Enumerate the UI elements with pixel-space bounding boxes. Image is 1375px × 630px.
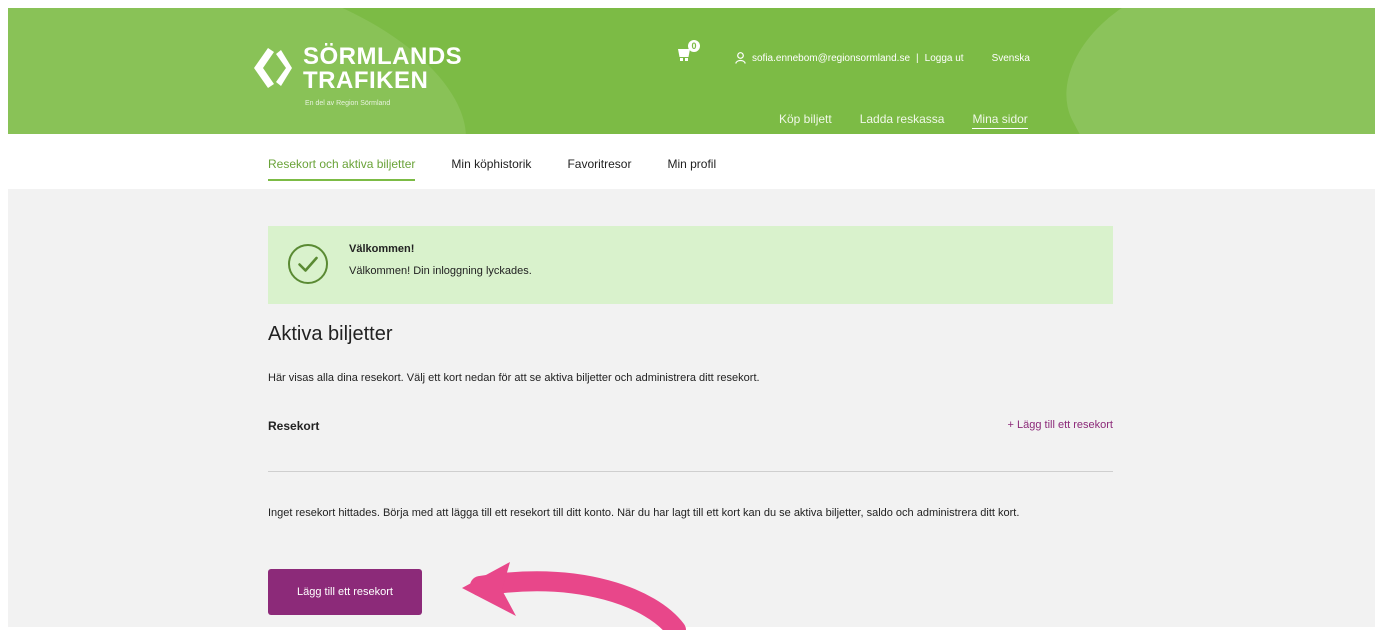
nav-kop-biljett[interactable]: Köp biljett bbox=[779, 112, 832, 129]
account-subnav: Resekort och aktiva biljetter Min köphis… bbox=[0, 134, 1375, 189]
user-icon bbox=[735, 52, 746, 64]
user-email: sofia.ennebom@regionsormland.se bbox=[752, 52, 911, 64]
alert-title: Välkommen! bbox=[349, 243, 415, 255]
curved-arrow-icon bbox=[462, 562, 686, 630]
account-separator: | bbox=[916, 52, 919, 64]
add-resekort-button[interactable]: Lägg till ett resekort bbox=[268, 569, 422, 615]
logo-tagline: En del av Region Sörmland bbox=[305, 100, 391, 107]
check-circle-icon bbox=[288, 244, 328, 284]
main-navigation: Köp biljett Ladda reskassa Mina sidor bbox=[779, 112, 1028, 129]
nav-mina-sidor[interactable]: Mina sidor bbox=[972, 112, 1028, 129]
site-logo[interactable]: SÖRMLANDS TRAFIKEN En del av Region Sörm… bbox=[248, 40, 488, 130]
resekort-heading: Resekort bbox=[268, 419, 320, 433]
cart-count-badge: 0 bbox=[688, 40, 700, 52]
nav-ladda-reskassa[interactable]: Ladda reskassa bbox=[860, 112, 945, 129]
account-bar: sofia.ennebom@regionsormland.se | Logga … bbox=[735, 50, 1030, 66]
sormlandstrafiken-logo-icon bbox=[254, 48, 292, 88]
add-resekort-link[interactable]: + Lägg till ett resekort bbox=[957, 419, 1113, 431]
tab-min-profil[interactable]: Min profil bbox=[667, 157, 716, 181]
success-alert: Välkommen! Välkommen! Din inloggning lyc… bbox=[268, 226, 1113, 304]
page-title: Aktiva biljetter bbox=[268, 323, 393, 345]
logout-link[interactable]: Logga ut bbox=[925, 53, 964, 64]
cart-button[interactable]: 0 bbox=[676, 40, 702, 66]
header-decoration bbox=[1036, 8, 1375, 134]
page-description: Här visas alla dina resekort. Välj ett k… bbox=[268, 372, 760, 384]
tab-resekort-aktiva-biljetter[interactable]: Resekort och aktiva biljetter bbox=[268, 157, 416, 181]
empty-state-message: Inget resekort hittades. Börja med att l… bbox=[268, 507, 1020, 519]
logo-text-line2: TRAFIKEN bbox=[303, 67, 429, 94]
language-selector[interactable]: Svenska bbox=[992, 53, 1030, 64]
section-divider bbox=[268, 471, 1113, 472]
tab-favoritresor[interactable]: Favoritresor bbox=[567, 157, 631, 181]
site-header: SÖRMLANDS TRAFIKEN En del av Region Sörm… bbox=[8, 8, 1375, 134]
tab-min-kophistorik[interactable]: Min köphistorik bbox=[451, 157, 531, 181]
alert-message: Välkommen! Din inloggning lyckades. bbox=[349, 265, 532, 277]
